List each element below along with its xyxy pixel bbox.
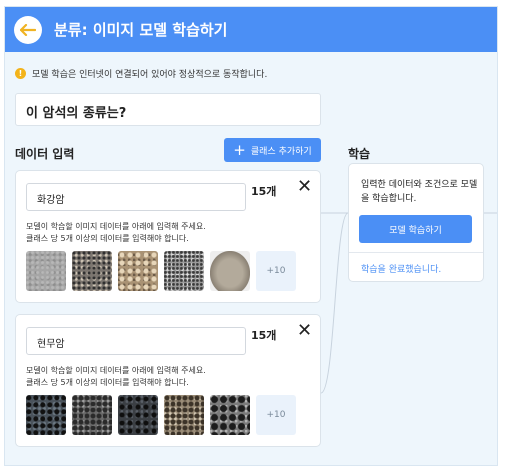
app-frame: 분류: 이미지 모델 학습하기 ! 모델 학습은 인터넷이 연결되어 있어야 정… bbox=[4, 6, 498, 466]
desc-line: 모델이 학습할 이미지 데이터를 아래에 입력해 주세요. bbox=[26, 222, 206, 231]
close-icon[interactable]: ✕ bbox=[297, 176, 312, 197]
class-card-granite: 화강암 15개 ✕ 모델이 학습할 이미지 데이터를 아래에 입력해 주세요. … bbox=[15, 170, 321, 303]
rock-thumbnail[interactable] bbox=[26, 395, 66, 435]
data-input-title: 데이터 입력 bbox=[15, 147, 75, 161]
question-input[interactable]: 이 암석의 종류는? bbox=[15, 93, 321, 126]
class-description: 모델이 학습할 이미지 데이터를 아래에 입력해 주세요. 클래스 당 5개 이… bbox=[26, 221, 206, 245]
rock-thumbnail[interactable] bbox=[210, 395, 250, 435]
rock-thumbnail[interactable] bbox=[164, 251, 204, 291]
image-count: 15개 bbox=[251, 329, 277, 342]
plus-icon: + bbox=[233, 140, 246, 159]
more-images-button[interactable]: +10 bbox=[256, 395, 296, 435]
add-class-label: 클래스 추가하기 bbox=[250, 146, 312, 157]
divider bbox=[349, 252, 483, 253]
desc-line: 클래스 당 5개 이상의 데이터를 입력해야 합니다. bbox=[26, 234, 189, 243]
class-name-input[interactable]: 현무암 bbox=[26, 327, 246, 355]
internet-notice: ! 모델 학습은 인터넷이 연결되어 있어야 정상적으로 동작합니다. bbox=[15, 67, 267, 80]
warning-icon: ! bbox=[15, 68, 26, 79]
training-card: 입력한 데이터와 조건으로 모델을 학습합니다. 모델 학습하기 학습을 완료했… bbox=[348, 163, 484, 282]
class-name-input[interactable]: 화강암 bbox=[26, 183, 246, 211]
page-title: 분류: 이미지 모델 학습하기 bbox=[54, 21, 228, 39]
rock-thumbnail[interactable] bbox=[210, 251, 250, 291]
class-card-basalt: 현무암 15개 ✕ 모델이 학습할 이미지 데이터를 아래에 입력해 주세요. … bbox=[15, 314, 321, 447]
rock-thumbnail[interactable] bbox=[26, 251, 66, 291]
add-class-button[interactable]: + 클래스 추가하기 bbox=[224, 138, 321, 162]
more-images-button[interactable]: +10 bbox=[256, 251, 296, 291]
train-model-button[interactable]: 모델 학습하기 bbox=[359, 215, 472, 243]
arrow-left-icon bbox=[20, 23, 36, 36]
rock-thumbnail[interactable] bbox=[118, 395, 158, 435]
rock-thumbnail[interactable] bbox=[72, 251, 112, 291]
back-button[interactable] bbox=[14, 15, 42, 44]
desc-line: 모델이 학습할 이미지 데이터를 아래에 입력해 주세요. bbox=[26, 366, 206, 375]
thumbnail-list: +10 bbox=[26, 251, 296, 291]
rock-thumbnail[interactable] bbox=[118, 251, 158, 291]
desc-line: 클래스 당 5개 이상의 데이터를 입력해야 합니다. bbox=[26, 378, 189, 387]
rock-thumbnail[interactable] bbox=[164, 395, 204, 435]
notice-text: 모델 학습은 인터넷이 연결되어 있어야 정상적으로 동작합니다. bbox=[32, 70, 268, 80]
rock-thumbnail[interactable] bbox=[72, 395, 112, 435]
close-icon[interactable]: ✕ bbox=[297, 320, 312, 341]
class-description: 모델이 학습할 이미지 데이터를 아래에 입력해 주세요. 클래스 당 5개 이… bbox=[26, 365, 206, 389]
training-description: 입력한 데이터와 조건으로 모델을 학습합니다. bbox=[361, 180, 478, 204]
header-bar: 분류: 이미지 모델 학습하기 bbox=[5, 7, 497, 52]
training-status: 학습을 완료했습니다. bbox=[361, 265, 442, 275]
thumbnail-list: +10 bbox=[26, 395, 296, 435]
training-title: 학습 bbox=[348, 147, 371, 161]
image-count: 15개 bbox=[251, 185, 277, 198]
